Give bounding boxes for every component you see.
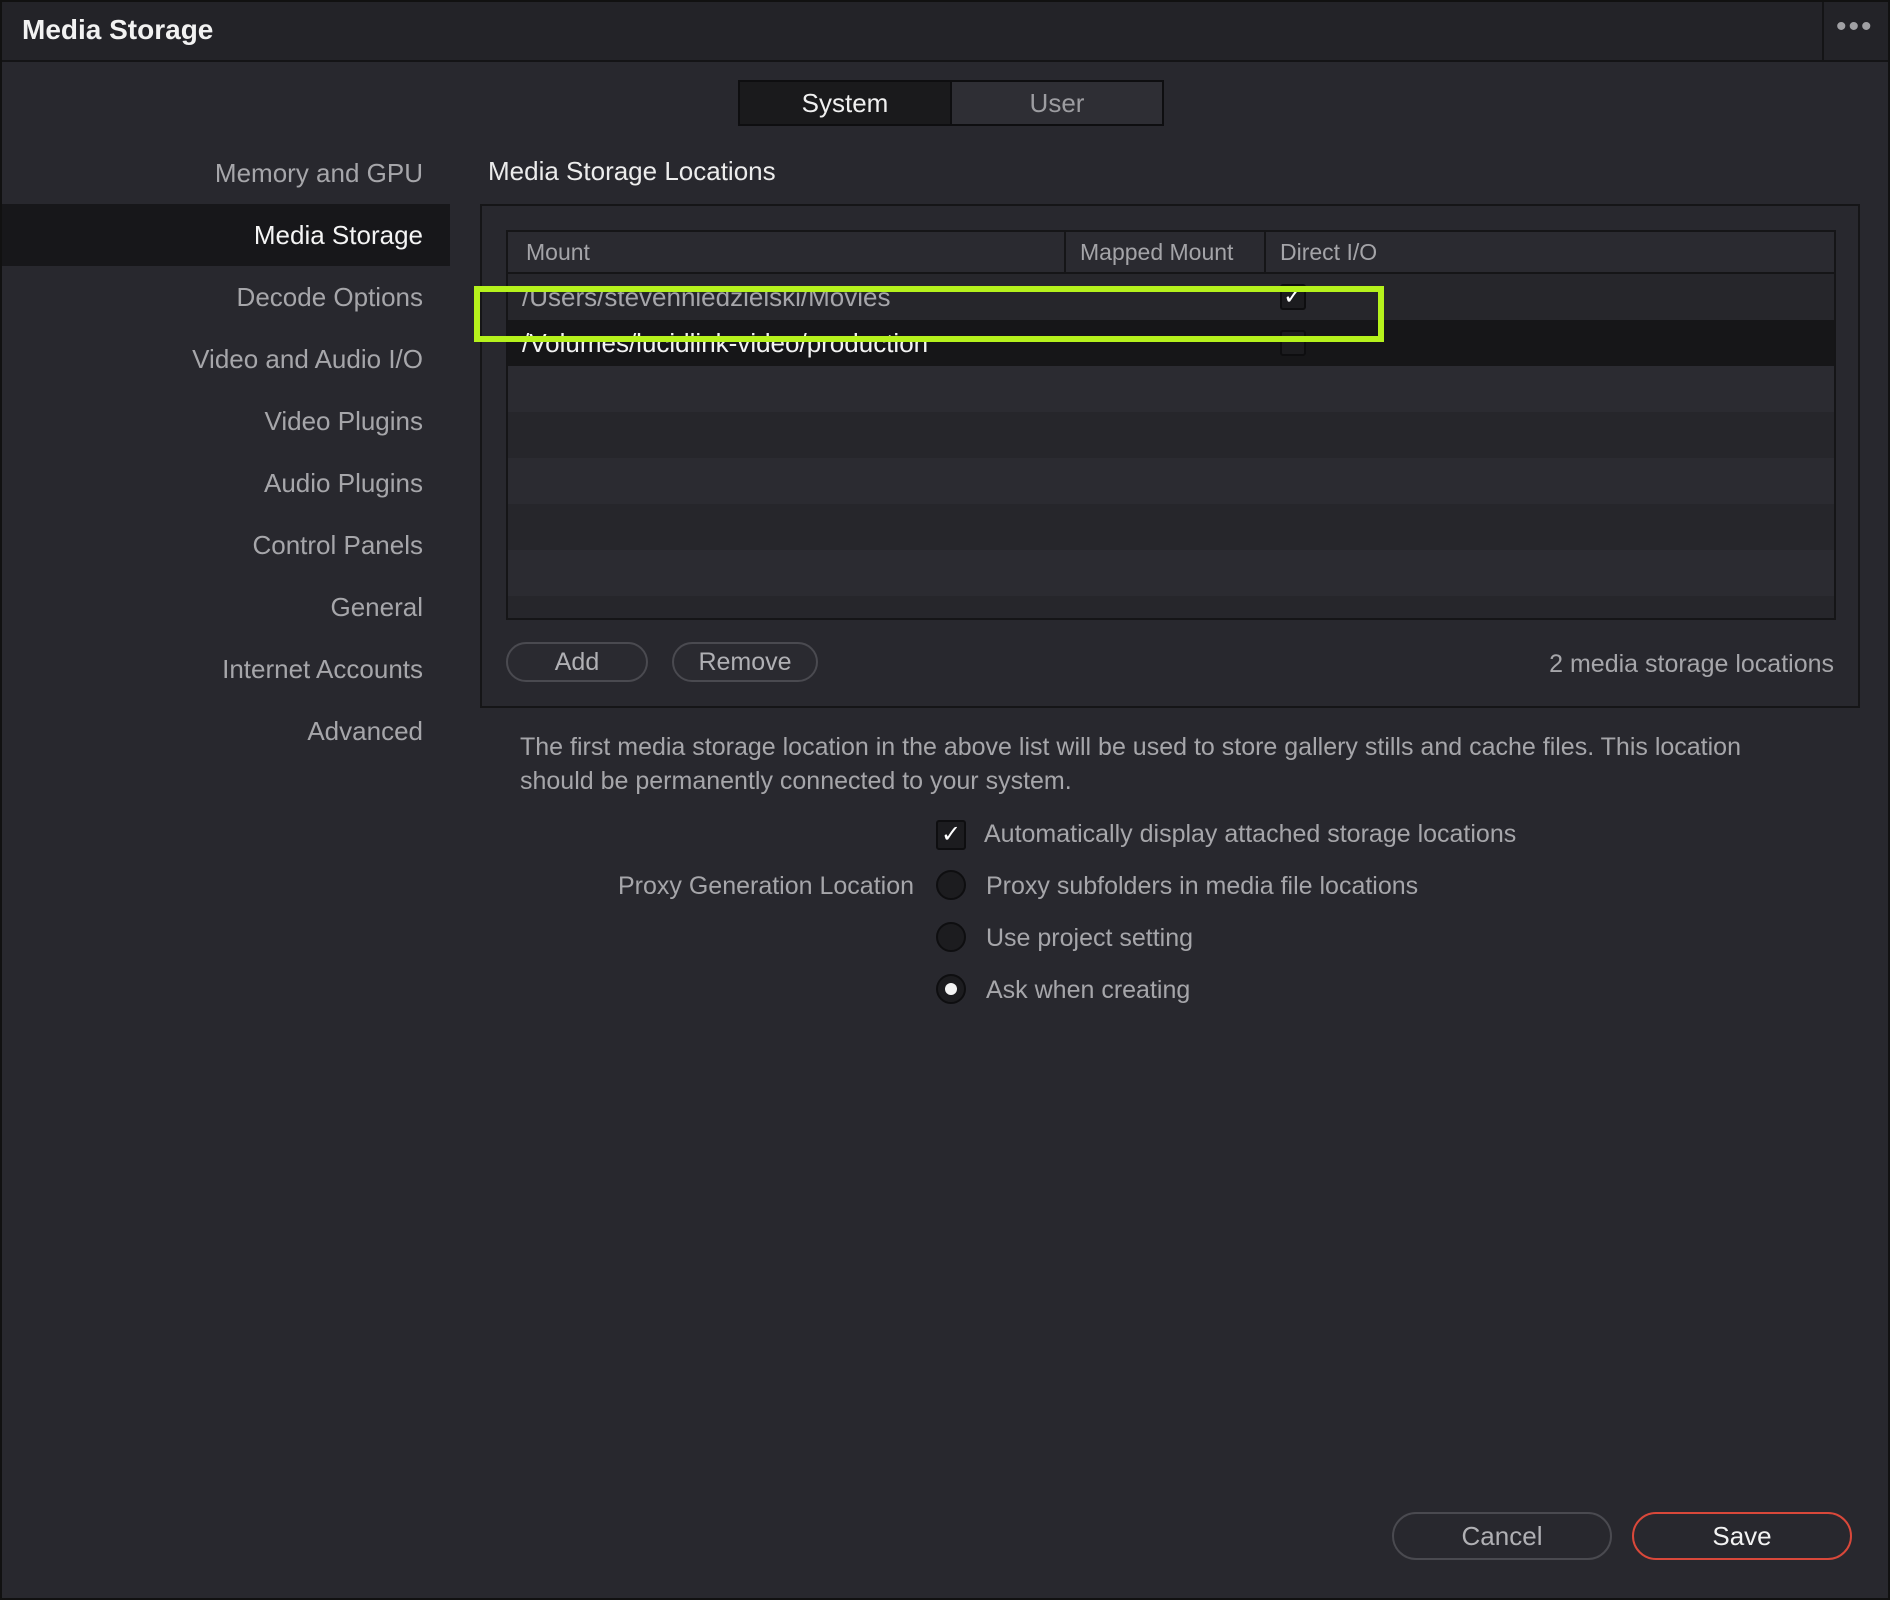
sidebar-item-internet-accounts[interactable]: Internet Accounts [2, 638, 450, 700]
sidebar-item-general[interactable]: General [2, 576, 450, 638]
column-direct-io[interactable]: Direct I/O [1280, 232, 1377, 272]
storage-locations-panel: Mount Mapped Mount Direct I/O /Users/ste… [474, 204, 1860, 708]
section-title: Media Storage Locations [488, 156, 776, 186]
sidebar: Memory and GPU Media Storage Decode Opti… [2, 142, 450, 762]
location-count: 2 media storage locations [1549, 650, 1834, 678]
ask-when-creating-radio[interactable] [936, 974, 966, 1004]
auto-display-label: Automatically display attached storage l… [984, 820, 1517, 848]
proxy-subfolders-radio[interactable] [936, 870, 966, 900]
table-row[interactable]: /Users/stevenniedzielski/Movies ✓ [508, 274, 1834, 320]
mount-path: /Volumes/lucidlink-video/production [522, 328, 929, 358]
column-divider[interactable] [1264, 232, 1266, 272]
column-mount[interactable]: Mount [526, 232, 590, 272]
table-row-selected[interactable]: /Volumes/lucidlink-video/production [508, 320, 1834, 366]
storage-table: Mount Mapped Mount Direct I/O /Users/ste… [506, 230, 1836, 620]
sidebar-item-video-and-audio-io[interactable]: Video and Audio I/O [2, 328, 450, 390]
tab-system[interactable]: System [740, 82, 952, 124]
use-project-setting-radio[interactable] [936, 922, 966, 952]
use-project-setting-label: Use project setting [986, 924, 1194, 952]
empty-row [508, 504, 1834, 550]
window-title: Media Storage [22, 14, 214, 45]
title-separator [1822, 2, 1824, 60]
direct-io-checkbox-checked[interactable]: ✓ [1280, 284, 1306, 310]
info-text: The first media storage location in the … [520, 733, 1741, 795]
system-user-toggle: System User [738, 80, 1164, 126]
column-divider[interactable] [1064, 232, 1066, 272]
table-header: Mount Mapped Mount Direct I/O [508, 232, 1834, 274]
empty-row [508, 412, 1834, 458]
ask-when-creating-label: Ask when creating [986, 976, 1191, 1004]
save-button[interactable]: Save [1632, 1512, 1852, 1560]
title-bar: Media Storage ••• [2, 2, 1888, 62]
tab-user[interactable]: User [952, 82, 1162, 124]
sidebar-item-decode-options[interactable]: Decode Options [2, 266, 450, 328]
column-mapped-mount[interactable]: Mapped Mount [1080, 232, 1233, 272]
remove-button[interactable]: Remove [672, 642, 818, 682]
sidebar-item-media-storage[interactable]: Media Storage [2, 204, 450, 266]
more-options-icon[interactable]: ••• [1836, 10, 1874, 44]
sidebar-item-advanced[interactable]: Advanced [2, 700, 450, 762]
proxy-subfolders-label: Proxy subfolders in media file locations [986, 872, 1419, 900]
auto-display-checkbox[interactable]: ✓ [936, 820, 966, 850]
preferences-window: Media Storage ••• System User Memory and… [0, 0, 1890, 1600]
cancel-button[interactable]: Cancel [1392, 1512, 1612, 1560]
sidebar-item-video-plugins[interactable]: Video Plugins [2, 390, 450, 452]
empty-row [508, 550, 1834, 596]
empty-row [508, 458, 1834, 504]
direct-io-checkbox[interactable] [1280, 330, 1306, 356]
empty-row [508, 366, 1834, 412]
sidebar-item-memory-and-gpu[interactable]: Memory and GPU [2, 142, 450, 204]
proxy-generation-label: Proxy Generation Location [618, 872, 915, 900]
mount-path: /Users/stevenniedzielski/Movies [522, 282, 891, 312]
add-button[interactable]: Add [506, 642, 648, 682]
sidebar-item-control-panels[interactable]: Control Panels [2, 514, 450, 576]
sidebar-item-audio-plugins[interactable]: Audio Plugins [2, 452, 450, 514]
